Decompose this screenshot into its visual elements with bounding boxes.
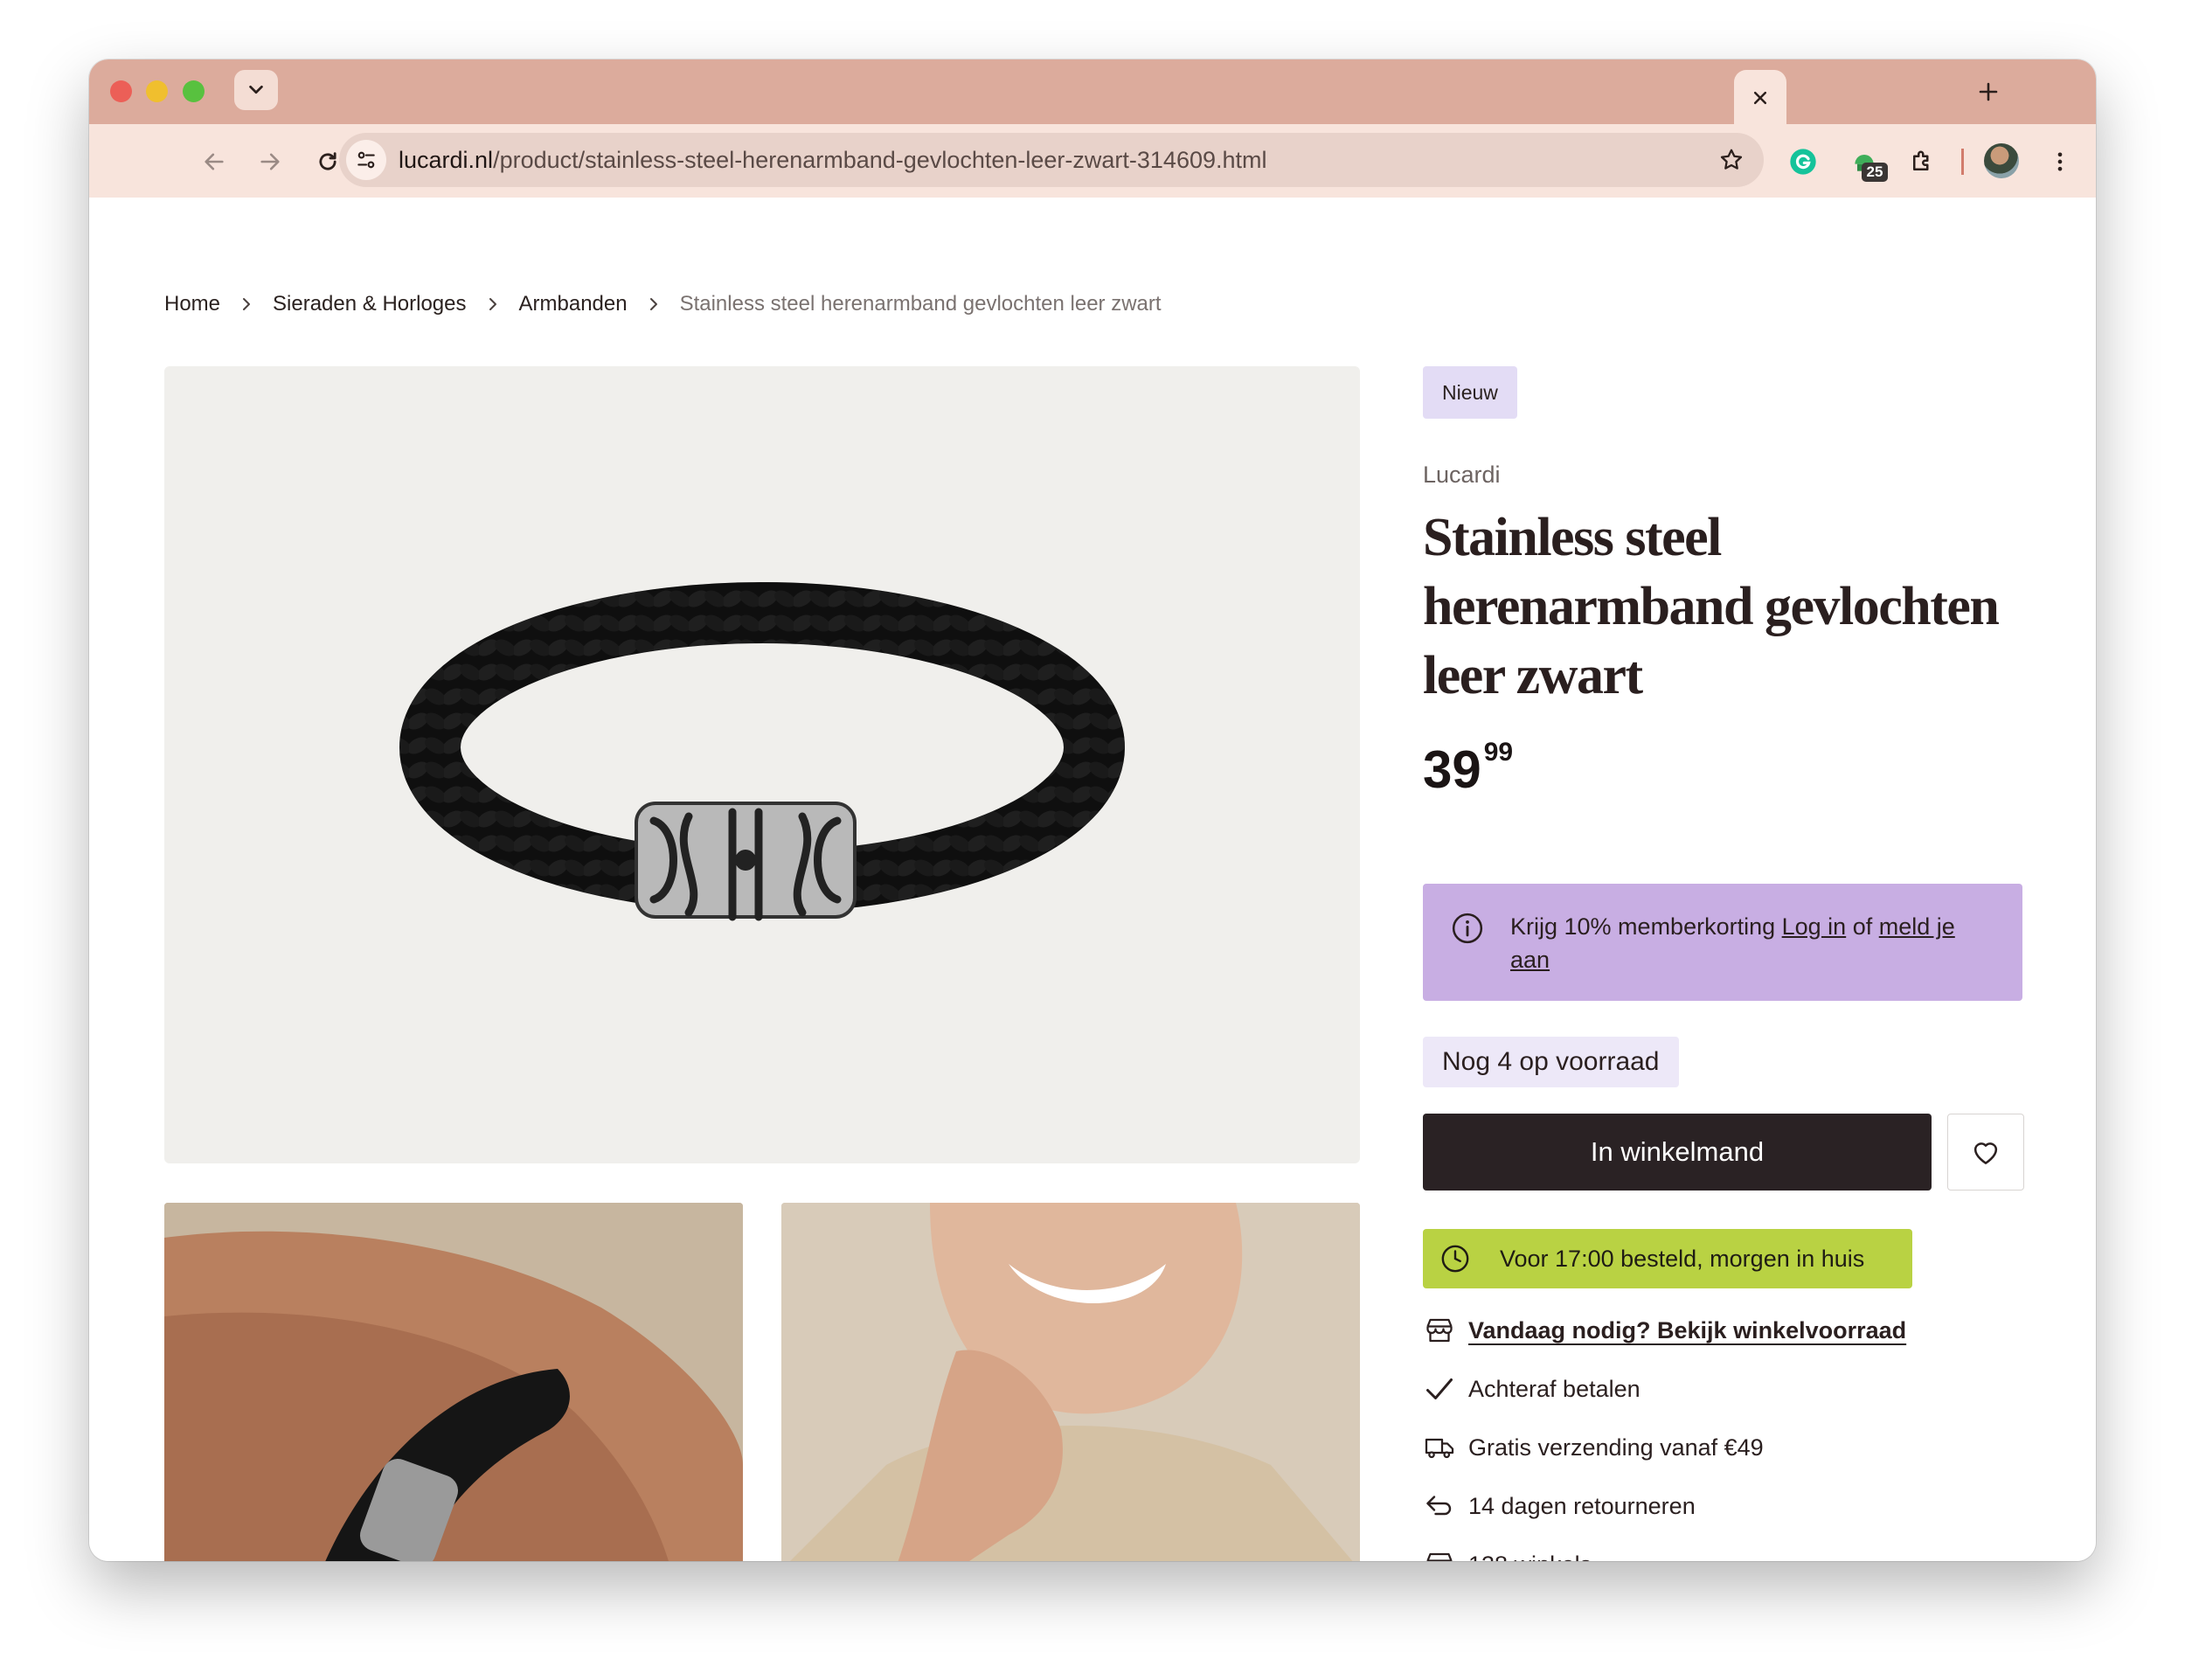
extension-badge: 25: [1862, 163, 1888, 182]
back-arrow-icon: [205, 153, 224, 170]
delivery-text: Voor 17:00 besteld, morgen in huis: [1500, 1245, 1865, 1272]
reload-icon: [319, 152, 336, 170]
browser-toolbar: lucardi.nl/product/stainless-steel-heren…: [89, 124, 2096, 198]
price-cents: 99: [1483, 738, 1514, 767]
add-to-cart-button[interactable]: In winkelmand: [1423, 1114, 1932, 1191]
breadcrumb-current: Stainless steel herenarmband gevlochten …: [679, 292, 1162, 316]
browser-menu-button[interactable]: [2040, 142, 2080, 182]
member-text-mid: of: [1846, 913, 1879, 940]
price-whole: 39: [1423, 740, 1481, 799]
chevron-right-icon: [647, 295, 661, 313]
url-host: lucardi.nl: [399, 147, 494, 173]
store-icon: [1423, 1548, 1456, 1561]
breadcrumb-home[interactable]: Home: [164, 292, 220, 316]
product-thumbnail-wrist[interactable]: [164, 1203, 743, 1561]
star-icon: [1720, 149, 1743, 170]
returns-text: 14 dagen retourneren: [1468, 1492, 1696, 1519]
usp-store-stock[interactable]: Vandaag nodig? Bekijk winkelvoorraad: [1423, 1314, 1906, 1347]
site-settings-button[interactable]: [346, 140, 386, 180]
truck-icon: [1423, 1431, 1456, 1464]
member-text: Krijg 10% memberkorting: [1510, 913, 1782, 940]
member-message: Krijg 10% memberkorting Log in of meld j…: [1510, 910, 2000, 976]
url-text[interactable]: lucardi.nl/product/stainless-steel-heren…: [399, 147, 1267, 174]
tab-search-button[interactable]: [234, 70, 278, 110]
page-content: Home Sieraden & Horloges Armbanden Stain…: [89, 198, 2096, 1561]
store-stock-link[interactable]: Vandaag nodig? Bekijk winkelvoorraad: [1468, 1317, 1906, 1344]
grammarly-icon: [1790, 149, 1816, 175]
member-discount-banner: Krijg 10% memberkorting Log in of meld j…: [1423, 884, 2022, 1001]
login-link[interactable]: Log in: [1782, 913, 1847, 940]
chevron-right-icon: [486, 295, 500, 313]
product-thumbnail-model[interactable]: [781, 1203, 1360, 1561]
store-icon: [1423, 1314, 1456, 1347]
delivery-banner: Voor 17:00 besteld, morgen in huis: [1423, 1229, 1912, 1288]
stores-text: 138 winkels: [1468, 1552, 1592, 1562]
close-icon[interactable]: [1751, 89, 1769, 107]
clock-icon: [1440, 1244, 1470, 1274]
wrist-photo: [164, 1203, 743, 1561]
free-shipping-text: Gratis verzending vanaf €49: [1468, 1434, 1764, 1461]
pay-later-text: Achteraf betalen: [1468, 1375, 1640, 1402]
usp-pay-later: Achteraf betalen: [1423, 1372, 1640, 1406]
stock-status: Nog 4 op voorraad: [1423, 1037, 1679, 1087]
product-brand[interactable]: Lucardi: [1423, 462, 1501, 489]
puzzle-icon: [1913, 150, 1929, 170]
site-settings-icon: [357, 151, 375, 169]
forward-arrow-icon: [260, 153, 280, 170]
plus-icon: [1979, 82, 1998, 101]
new-badge: Nieuw: [1423, 366, 1517, 419]
minimize-window-button[interactable]: [146, 80, 168, 102]
grammarly-extension[interactable]: [1783, 142, 1823, 182]
wishlist-button[interactable]: [1947, 1114, 2024, 1191]
extension-with-badge[interactable]: 25: [1844, 142, 1888, 182]
usp-returns: 14 dagen retourneren: [1423, 1489, 1696, 1523]
toolbar-divider: [1961, 149, 1964, 175]
tab-strip: [89, 59, 2096, 126]
close-window-button[interactable]: [110, 80, 132, 102]
back-button[interactable]: [194, 142, 234, 182]
breadcrumb-sieraden[interactable]: Sieraden & Horloges: [273, 292, 466, 316]
product-title: Stainless steel herenarmband gevlochten …: [1423, 508, 2000, 705]
usp-stores: 138 winkels: [1423, 1548, 1592, 1561]
breadcrumb-armbanden[interactable]: Armbanden: [519, 292, 628, 316]
product-main-image[interactable]: [164, 366, 1360, 1163]
bracelet-image: [399, 582, 1125, 921]
return-icon: [1423, 1489, 1456, 1523]
forward-button[interactable]: [250, 142, 290, 182]
heart-icon: [1973, 1142, 1998, 1164]
url-path: /product/stainless-steel-herenarmband-ge…: [493, 147, 1267, 173]
check-icon: [1423, 1372, 1456, 1406]
bookmark-button[interactable]: [1717, 145, 1746, 175]
model-photo: [781, 1203, 1360, 1561]
avatar[interactable]: [1984, 143, 2019, 178]
active-tab[interactable]: [1734, 70, 1786, 126]
chevron-down-icon: [249, 85, 263, 94]
info-icon: [1451, 912, 1484, 949]
browser-window: lucardi.nl/product/stainless-steel-heren…: [89, 59, 2096, 1561]
address-bar[interactable]: lucardi.nl/product/stainless-steel-heren…: [339, 133, 1764, 187]
usp-free-shipping: Gratis verzending vanaf €49: [1423, 1431, 1764, 1464]
more-vert-icon: [2057, 152, 2063, 171]
maximize-window-button[interactable]: [183, 80, 205, 102]
product-price: 39 99: [1423, 738, 1514, 800]
extensions-button[interactable]: [1902, 142, 1942, 182]
chevron-right-icon: [239, 295, 253, 313]
breadcrumb: Home Sieraden & Horloges Armbanden Stain…: [164, 292, 1162, 316]
new-tab-button[interactable]: [1968, 72, 2008, 112]
